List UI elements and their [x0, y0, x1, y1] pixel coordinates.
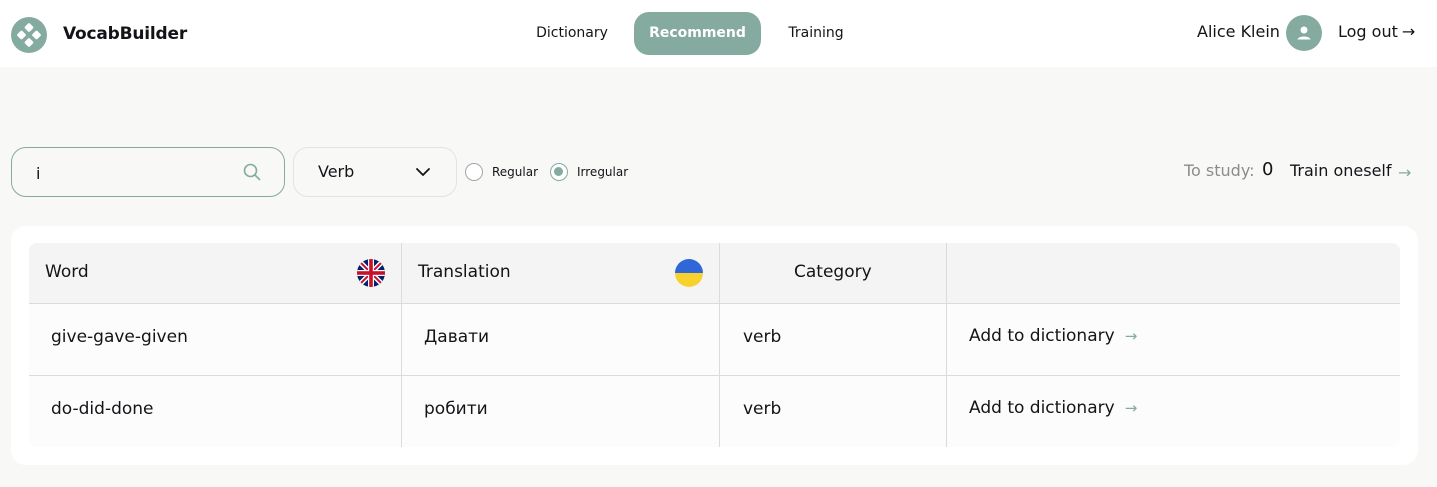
logo-icon[interactable]	[11, 17, 47, 53]
to-study-label: To study:	[1184, 161, 1255, 180]
category-select[interactable]: Verb	[293, 147, 457, 197]
uk-flag-icon	[357, 259, 385, 287]
user-name: Alice Klein	[1197, 22, 1280, 41]
row-1-category: verb	[743, 327, 782, 347]
search-icon[interactable]	[242, 162, 262, 182]
radio-regular-label[interactable]: Regular	[492, 165, 538, 179]
add-to-dictionary-label: Add to dictionary	[969, 398, 1115, 418]
user-avatar-icon	[1286, 15, 1322, 51]
arrow-right-icon: →	[1401, 22, 1416, 41]
chevron-down-icon	[416, 168, 430, 176]
nav-dictionary[interactable]: Dictionary	[522, 12, 622, 55]
table-header	[29, 243, 1400, 304]
row-1-word: give-gave-given	[51, 327, 188, 347]
radio-irregular-label[interactable]: Irregular	[577, 165, 628, 179]
radio-regular[interactable]	[465, 163, 483, 181]
arrow-right-icon: →	[1124, 327, 1138, 345]
radio-irregular[interactable]	[550, 163, 568, 181]
arrow-right-icon: →	[1124, 399, 1138, 417]
logout-button[interactable]: Log out →	[1338, 22, 1415, 41]
column-divider	[946, 243, 947, 447]
row-1-add-to-dictionary-button[interactable]: Add to dictionary →	[969, 326, 1137, 346]
app-title[interactable]: VocabBuilder	[63, 24, 187, 44]
nav-training[interactable]: Training	[776, 12, 856, 55]
ukraine-flag-icon	[675, 259, 703, 287]
row-2-translation: робити	[424, 399, 488, 419]
top-header: VocabBuilder Dictionary Recommend Traini…	[0, 0, 1437, 67]
add-to-dictionary-label: Add to dictionary	[969, 326, 1115, 346]
header-word: Word	[45, 262, 89, 282]
row-1-translation: Давати	[424, 327, 490, 347]
row-divider	[29, 375, 1400, 376]
row-divider	[29, 303, 1400, 304]
search-input[interactable]	[36, 162, 236, 184]
logout-label: Log out	[1338, 22, 1398, 41]
row-2-word: do-did-done	[51, 399, 154, 419]
column-divider	[719, 243, 720, 447]
words-table: Word Translation Category give-gave-give…	[29, 243, 1400, 447]
words-table-card: Word Translation Category give-gave-give…	[11, 226, 1418, 465]
column-divider	[401, 243, 402, 447]
header-translation: Translation	[418, 262, 511, 282]
to-study-count: 0	[1262, 159, 1274, 180]
row-2-add-to-dictionary-button[interactable]: Add to dictionary →	[969, 398, 1137, 418]
search-field[interactable]	[11, 147, 285, 197]
header-category: Category	[794, 262, 872, 282]
row-2-category: verb	[743, 399, 782, 419]
nav-recommend[interactable]: Recommend	[634, 12, 761, 55]
train-oneself-link[interactable]: Train oneself	[1290, 161, 1392, 180]
arrow-right-icon[interactable]: →	[1398, 163, 1411, 182]
category-select-value: Verb	[318, 162, 355, 181]
